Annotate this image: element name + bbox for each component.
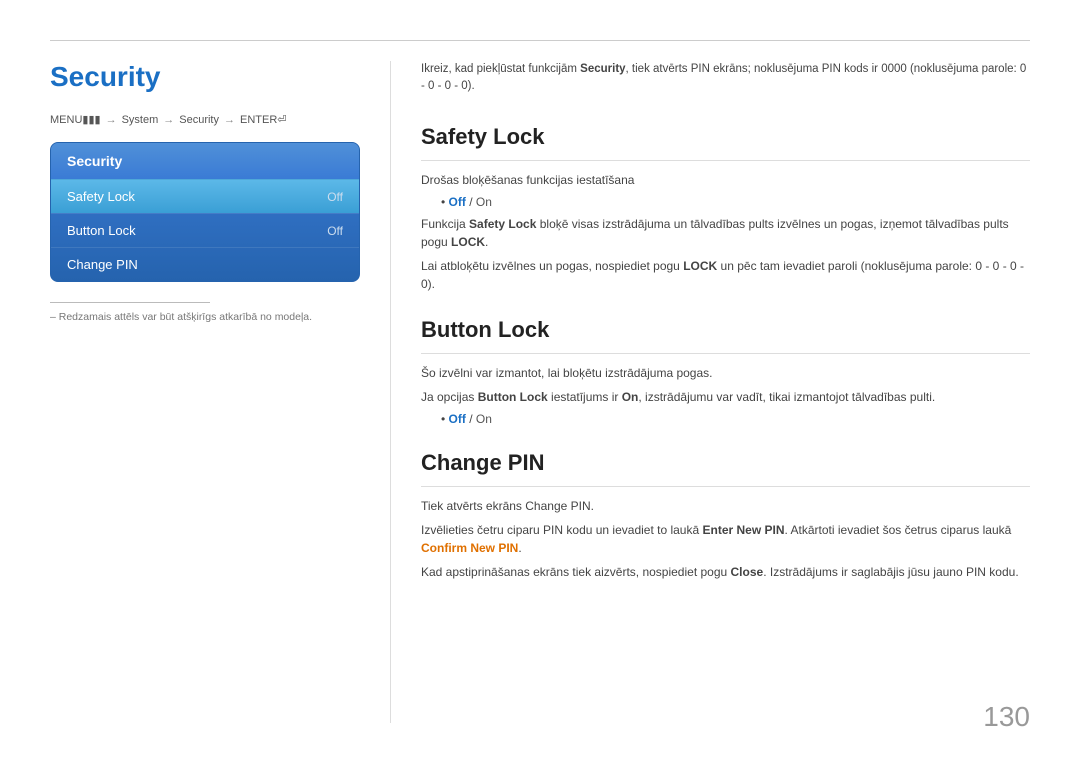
intro-text: Ikreiz, kad piekļūstat funkcijām Securit… — [421, 61, 1030, 96]
change-pin-divider — [421, 486, 1030, 487]
safety-lock-off: Off — [449, 195, 466, 209]
menu-item-change-pin[interactable]: Change PIN — [51, 247, 359, 281]
menu-item-change-pin-label: Change PIN — [67, 257, 138, 272]
button-lock-on: On — [476, 412, 492, 426]
confirm-new-pin-orange: Confirm New PIN — [421, 541, 518, 555]
menu-header: Security — [51, 143, 359, 179]
intro-bold-security: Security — [580, 63, 625, 75]
button-lock-separator: / — [469, 412, 476, 426]
breadcrumb-system: System — [122, 114, 159, 126]
close-bold: Close — [731, 565, 764, 579]
button-lock-desc1: Šo izvēlni var izmantot, lai bloķētu izs… — [421, 364, 1030, 382]
on-bold: On — [622, 390, 639, 404]
button-lock-bold: Button Lock — [478, 390, 548, 404]
button-lock-title: Button Lock — [421, 317, 1030, 343]
safety-lock-desc3: Lai atbloķētu izvēlnes un pogas, nospied… — [421, 257, 1030, 293]
button-lock-bullet: Off / On — [441, 412, 1030, 426]
menu-item-button-lock[interactable]: Button Lock Off — [51, 213, 359, 247]
change-pin-desc3: Kad apstiprināšanas ekrāns tiek aizvērts… — [421, 563, 1030, 581]
right-column: Ikreiz, kad piekļūstat funkcijām Securit… — [390, 61, 1030, 723]
footnote-divider — [50, 302, 210, 303]
page-title: Security — [50, 61, 360, 93]
safety-lock-desc1: Drošas bloķēšanas funkcijas iestatīšana — [421, 171, 1030, 189]
safety-lock-divider — [421, 160, 1030, 161]
safety-lock-bullet: Off / On — [441, 195, 1030, 209]
safety-lock-bold: Safety Lock — [469, 217, 536, 231]
section-change-pin: Change PIN Tiek atvērts ekrāns Change PI… — [421, 450, 1030, 581]
change-pin-desc1: Tiek atvērts ekrāns Change PIN. — [421, 497, 1030, 515]
menu-item-button-lock-label: Button Lock — [67, 223, 136, 238]
breadcrumb-enter: ENTER⏎ — [240, 113, 287, 126]
lock-bold1: LOCK — [451, 235, 485, 249]
menu-item-safety-lock-value: Off — [327, 190, 343, 204]
button-lock-off: Off — [449, 412, 466, 426]
security-menu: Security Safety Lock Off Button Lock Off… — [50, 142, 360, 282]
safety-lock-separator: / — [469, 195, 476, 209]
breadcrumb-menu: MENU▮▮▮ — [50, 113, 101, 126]
breadcrumb-arrow3: → — [224, 114, 235, 126]
button-lock-desc2: Ja opcijas Button Lock iestatījums ir On… — [421, 388, 1030, 406]
enter-new-pin-bold: Enter New PIN — [702, 523, 784, 537]
page-number: 130 — [983, 701, 1030, 733]
footnote-text: – Redzamais attēls var būt atšķirīgs atk… — [50, 311, 360, 323]
breadcrumb-arrow2: → — [163, 114, 174, 126]
lock-bold2: LOCK — [683, 259, 717, 273]
breadcrumb-arrow1: → — [106, 114, 117, 126]
menu-item-button-lock-value: Off — [327, 224, 343, 238]
safety-lock-title: Safety Lock — [421, 124, 1030, 150]
breadcrumb-security: Security — [179, 114, 219, 126]
button-lock-divider — [421, 353, 1030, 354]
section-safety-lock: Safety Lock Drošas bloķēšanas funkcijas … — [421, 124, 1030, 293]
menu-item-safety-lock[interactable]: Safety Lock Off — [51, 179, 359, 213]
section-button-lock: Button Lock Šo izvēlni var izmantot, lai… — [421, 317, 1030, 426]
change-pin-title: Change PIN — [421, 450, 1030, 476]
safety-lock-on: On — [476, 195, 492, 209]
menu-item-safety-lock-label: Safety Lock — [67, 189, 135, 204]
safety-lock-desc2: Funkcija Safety Lock bloķē visas izstrād… — [421, 215, 1030, 251]
change-pin-desc2: Izvēlieties četru ciparu PIN kodu un iev… — [421, 521, 1030, 557]
left-column: Security MENU▮▮▮ → System → Security → E… — [50, 61, 360, 723]
breadcrumb: MENU▮▮▮ → System → Security → ENTER⏎ — [50, 113, 360, 126]
